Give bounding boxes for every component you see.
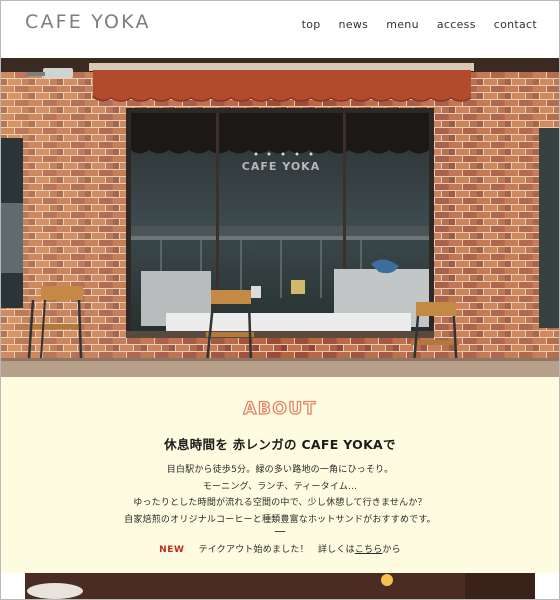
about-line: ゆったりとした時間が流れる空間の中で、少し休憩して行きませんか？ bbox=[133, 498, 427, 508]
next-section-photo bbox=[25, 573, 535, 599]
nav-link-news[interactable]: news bbox=[339, 18, 369, 31]
new-badge: NEW bbox=[159, 545, 185, 555]
news-notice: NEW テイクアウト始めました！ 詳しくはこちらから bbox=[1, 542, 559, 555]
about-tagline: 休息時間を 赤レンガの CAFE YOKAで bbox=[164, 437, 396, 452]
window-sign: CAFE YOKA bbox=[242, 160, 320, 173]
awning bbox=[93, 70, 471, 101]
divider bbox=[275, 531, 285, 532]
about-description: 目白駅から徒歩5分。緑の多い路地の一角にひっそり。 モーニング、ランチ、ティータ… bbox=[1, 462, 559, 528]
news-text-suffix: から bbox=[382, 545, 401, 555]
window-counter bbox=[166, 313, 411, 331]
nav-link-menu[interactable]: menu bbox=[386, 18, 419, 31]
about-line: 目白駅から徒歩5分。緑の多い路地の一角にひっそり。 bbox=[166, 465, 394, 475]
nav-link-access[interactable]: access bbox=[437, 18, 476, 31]
about-line: モーニング、ランチ、ティータイム… bbox=[202, 481, 358, 492]
page-frame: CAFE YOKA top news menu access contact C… bbox=[0, 0, 560, 600]
about-section: ABOUT 休息時間を 赤レンガの CAFE YOKAで 目白駅から徒歩5分。緑… bbox=[1, 377, 559, 573]
nav-link-contact[interactable]: contact bbox=[494, 18, 537, 31]
about-heading: ABOUT bbox=[243, 398, 317, 419]
site-logo[interactable]: CAFE YOKA bbox=[25, 11, 151, 33]
news-text: テイクアウト始めました！ 詳しくは bbox=[198, 545, 355, 555]
site-header: CAFE YOKA top news menu access contact bbox=[1, 1, 559, 58]
news-detail-link[interactable]: こちら bbox=[355, 545, 383, 555]
main-nav: top news menu access contact bbox=[284, 18, 537, 31]
nav-link-top[interactable]: top bbox=[302, 18, 321, 31]
cafe-storefront-illustration: CAFE YOKA bbox=[1, 58, 559, 377]
hero-image: CAFE YOKA bbox=[1, 58, 559, 377]
about-line: 自家焙煎のオリジナルコーヒーと種類豊富なホットサンドがおすすめです。 bbox=[124, 514, 436, 525]
